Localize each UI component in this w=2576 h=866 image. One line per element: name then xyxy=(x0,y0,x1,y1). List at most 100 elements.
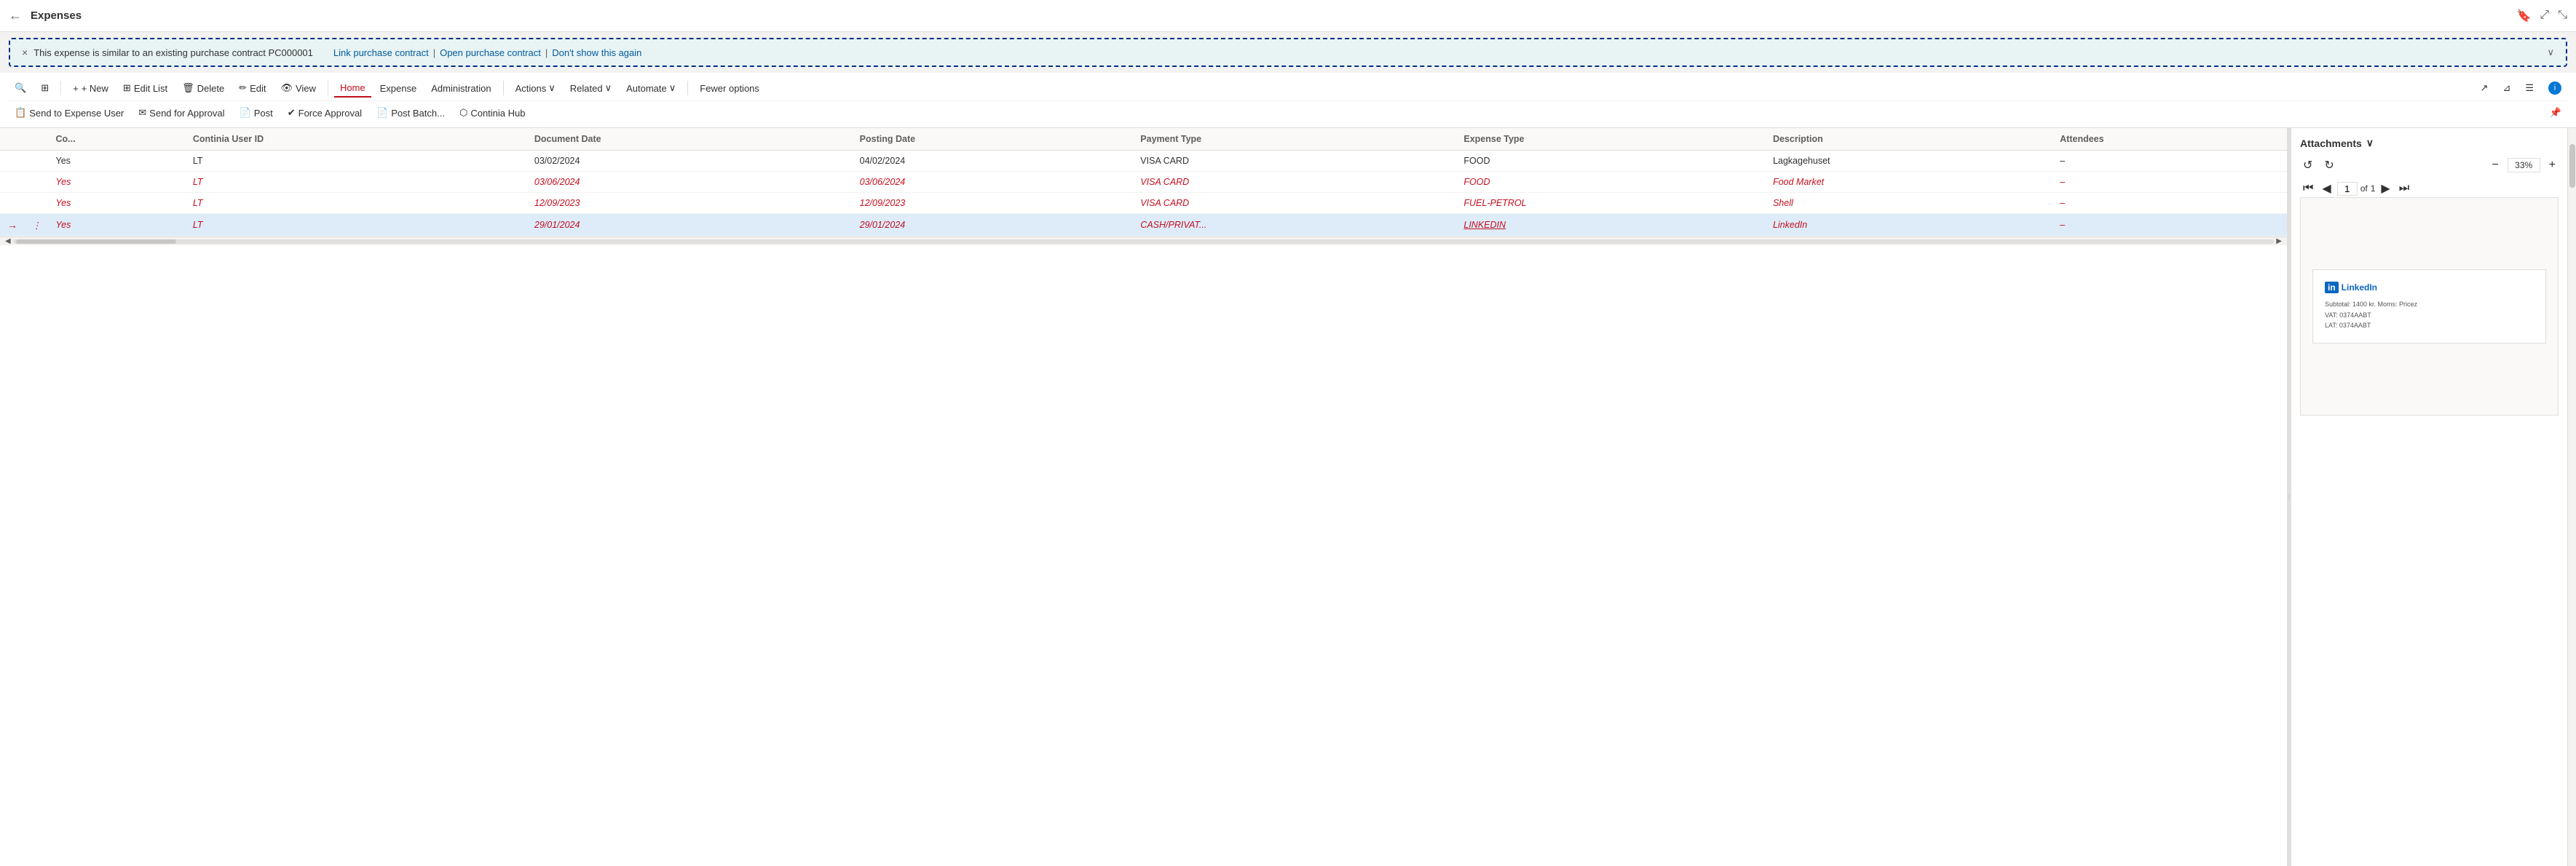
receipt-lines: Subtotal: 1400 kr. Moms: Pricez VAT: 037… xyxy=(2325,299,2534,330)
page-title: Expenses xyxy=(31,9,2516,22)
row4-exptype: LINKEDIN xyxy=(1456,214,1766,237)
table-row[interactable]: Yes LT 03/06/2024 03/06/2024 VISA CARD F… xyxy=(0,172,2287,193)
send-for-approval-button[interactable]: ✉ Send for Approval xyxy=(133,104,230,122)
scroll-thumb xyxy=(16,239,176,244)
filter-icon-button[interactable]: ⊿ xyxy=(2497,79,2516,97)
minimize-icon[interactable]: ⤡ xyxy=(2558,9,2567,23)
next-page-button[interactable]: ▶ xyxy=(2378,180,2393,197)
share-icon-button[interactable]: ↗ xyxy=(2475,79,2494,97)
pin-button[interactable]: 📌 xyxy=(2544,104,2567,122)
search-button[interactable]: 🔍 xyxy=(9,79,32,97)
zoom-level-display: 33% xyxy=(2508,158,2540,172)
row2-desc: Food Market xyxy=(1766,172,2052,193)
back-button[interactable]: ← xyxy=(9,8,22,23)
actions-label: Actions xyxy=(515,83,547,94)
delete-label: Delete xyxy=(197,83,225,94)
bookmark2-button[interactable]: ⊞ xyxy=(35,79,55,97)
automate-chevron-icon: ∨ xyxy=(669,82,676,94)
first-page-button[interactable]: ⏮ xyxy=(2300,180,2316,196)
automate-dropdown-button[interactable]: Automate ∨ xyxy=(620,79,681,97)
info-icon-button[interactable]: i xyxy=(2543,79,2567,98)
last-page-button[interactable]: ⏭ xyxy=(2396,180,2412,196)
expand-icon[interactable]: ⤢ xyxy=(2540,9,2549,23)
view-label: View xyxy=(296,83,316,94)
page-number-input[interactable] xyxy=(2337,182,2358,196)
actions-dropdown-button[interactable]: Actions ∨ xyxy=(510,79,561,97)
delete-button[interactable]: 🗑 Delete xyxy=(176,79,230,97)
col-description[interactable]: Description xyxy=(1766,128,2052,151)
row3-exptype: FUEL-PETROL xyxy=(1456,193,1766,214)
scroll-right-arrow[interactable]: ▶ xyxy=(2274,237,2284,245)
row1-dots xyxy=(25,151,49,172)
edit-button[interactable]: ✏ Edit xyxy=(233,79,272,97)
new-label: + New xyxy=(82,83,108,94)
bookmark-icon[interactable]: 🔖 xyxy=(2516,9,2531,23)
attachments-header: Attachments ∨ xyxy=(2300,137,2559,149)
total-pages: 1 xyxy=(2371,183,2376,194)
search-icon: 🔍 xyxy=(15,82,26,94)
row2-attendees: – xyxy=(2052,172,2287,193)
table-row[interactable]: Yes LT 12/09/2023 12/09/2023 VISA CARD F… xyxy=(0,193,2287,214)
notification-close-button[interactable]: × xyxy=(22,47,28,58)
row2-postdate: 03/06/2024 xyxy=(853,172,1134,193)
notification-bar: × This expense is similar to an existing… xyxy=(9,38,2567,67)
col-co[interactable]: Co... xyxy=(49,128,186,151)
post-batch-icon: 📄 xyxy=(376,107,388,119)
row3-postdate: 12/09/2023 xyxy=(853,193,1134,214)
col-attendees[interactable]: Attendees xyxy=(2052,128,2287,151)
row4-dots[interactable]: ⋮ xyxy=(25,214,49,237)
horizontal-scrollbar[interactable]: ◀ ▶ xyxy=(0,237,2287,245)
sep-dropdown xyxy=(503,81,504,95)
attachments-chevron-icon[interactable]: ∨ xyxy=(2366,137,2374,149)
col-arrow xyxy=(0,128,25,151)
scroll-left-arrow[interactable]: ◀ xyxy=(3,237,13,245)
edit-list-label: Edit List xyxy=(134,83,167,94)
dont-show-again-link[interactable]: Don't show this again xyxy=(552,47,641,58)
view-button[interactable]: 👁 View xyxy=(274,79,321,97)
new-button[interactable]: + + New xyxy=(67,80,114,97)
continia-hub-button[interactable]: ⬡ Continia Hub xyxy=(454,104,532,122)
sep1: | xyxy=(433,47,435,58)
fewer-options-button[interactable]: Fewer options xyxy=(694,80,765,97)
zoom-in-button[interactable]: + xyxy=(2546,157,2559,173)
new-icon: + xyxy=(73,83,79,94)
related-dropdown-button[interactable]: Related ∨ xyxy=(564,79,617,97)
row3-userid: LT xyxy=(186,193,527,214)
notification-chevron-icon[interactable]: ∨ xyxy=(2547,47,2554,58)
info-icon: i xyxy=(2548,82,2561,95)
sep-fewer xyxy=(687,81,688,95)
attachment-controls: ↺ ↻ − 33% + xyxy=(2300,156,2559,174)
send-to-expense-user-button[interactable]: 📋 Send to Expense User xyxy=(9,104,130,122)
pin-icon: 📌 xyxy=(2550,107,2561,119)
tab-administration[interactable]: Administration xyxy=(425,80,497,97)
vertical-scrollbar[interactable] xyxy=(2567,128,2576,866)
post-batch-button[interactable]: 📄 Post Batch... xyxy=(371,104,451,122)
page-navigation: ⏮ ◀ of 1 ▶ ⏭ xyxy=(2300,180,2559,197)
col-posting-date[interactable]: Posting Date xyxy=(853,128,1134,151)
row3-co: Yes xyxy=(49,193,186,214)
col-continia-user-id[interactable]: Continia User ID xyxy=(186,128,527,151)
force-approval-button[interactable]: ✔ Force Approval xyxy=(282,104,368,122)
list-icon-button[interactable]: ☰ xyxy=(2519,79,2540,97)
tab-home[interactable]: Home xyxy=(334,79,371,98)
row4-postdate: 29/01/2024 xyxy=(853,214,1134,237)
linkedin-name: LinkedIn xyxy=(2342,282,2377,293)
row1-postdate: 04/02/2024 xyxy=(853,151,1134,172)
redo-button[interactable]: ↻ xyxy=(2321,156,2336,174)
force-approval-icon: ✔ xyxy=(288,107,296,119)
send-to-expense-user-label: Send to Expense User xyxy=(29,108,124,119)
col-document-date[interactable]: Document Date xyxy=(527,128,853,151)
col-payment-type[interactable]: Payment Type xyxy=(1133,128,1456,151)
post-button[interactable]: 📄 Post xyxy=(234,104,279,122)
undo-button[interactable]: ↺ xyxy=(2300,156,2315,174)
open-purchase-contract-link[interactable]: Open purchase contract xyxy=(440,47,541,58)
tab-expense[interactable]: Expense xyxy=(374,80,423,97)
link-purchase-contract-link[interactable]: Link purchase contract xyxy=(333,47,429,58)
of-label: of xyxy=(2360,183,2368,194)
zoom-out-button[interactable]: − xyxy=(2489,157,2501,173)
table-row[interactable]: Yes LT 03/02/2024 04/02/2024 VISA CARD F… xyxy=(0,151,2287,172)
edit-list-button[interactable]: ⊞ Edit List xyxy=(117,79,173,97)
col-expense-type[interactable]: Expense Type xyxy=(1456,128,1766,151)
prev-page-button[interactable]: ◀ xyxy=(2319,180,2334,197)
table-row[interactable]: → ⋮ Yes LT 29/01/2024 29/01/2024 CASH/PR… xyxy=(0,214,2287,237)
